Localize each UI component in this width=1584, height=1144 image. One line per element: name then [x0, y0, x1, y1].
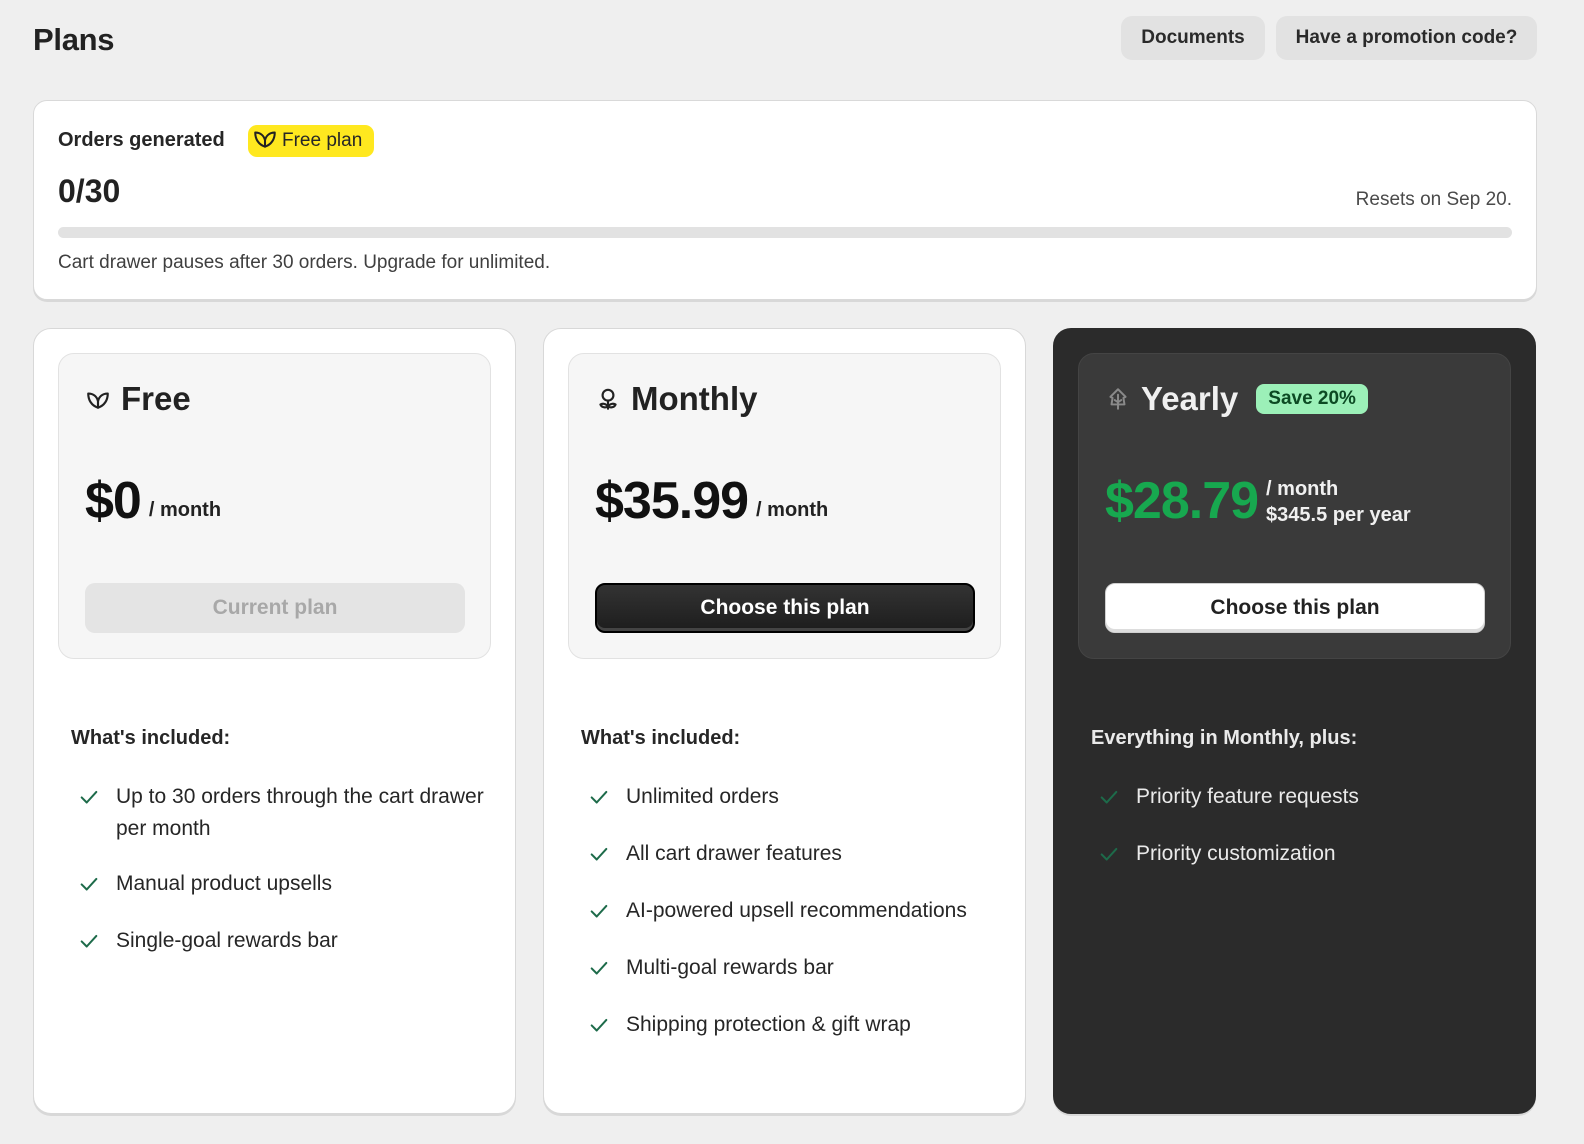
check-icon [78, 868, 102, 900]
yearly-total: $345.5 per year [1266, 504, 1411, 526]
documents-button[interactable]: Documents [1121, 16, 1265, 60]
list-item: Shipping protection & gift wrap [588, 1009, 1008, 1041]
feature-text: Unlimited orders [626, 785, 779, 808]
included-title: Everything in Monthly, plus: [1091, 727, 1358, 749]
check-icon [588, 1009, 612, 1041]
usage-label: Orders generated [58, 129, 225, 151]
price-period: / month [756, 499, 829, 521]
sprout-icon [595, 386, 621, 412]
included-title: What's included: [71, 727, 231, 749]
plan-price: $0 [85, 472, 142, 530]
plan-summary-yearly: Yearly Save 20% $28.79 / month $345.5 pe… [1078, 353, 1511, 659]
current-plan-badge: Free plan [248, 125, 375, 157]
plan-summary-free: Free $0 / month Current plan [58, 353, 491, 659]
feature-list: Unlimited orders All cart drawer feature… [588, 781, 1008, 1066]
check-icon [78, 925, 102, 957]
plan-price: $28.79 [1105, 472, 1259, 530]
list-item: Up to 30 orders through the cart drawer … [78, 781, 498, 845]
check-icon [78, 781, 102, 845]
current-plan-badge-label: Free plan [282, 130, 363, 151]
plan-price: $35.99 [595, 472, 749, 530]
list-item: Unlimited orders [588, 781, 1008, 813]
list-item: Priority customization [1098, 838, 1518, 870]
usage-note: Cart drawer pauses after 30 orders. Upgr… [58, 252, 551, 273]
feature-list: Up to 30 orders through the cart drawer … [78, 781, 498, 982]
feature-text: Manual product upsells [116, 872, 332, 895]
feature-text: Up to 30 orders through the cart drawer … [116, 785, 484, 840]
included-title: What's included: [581, 727, 741, 749]
feature-text: All cart drawer features [626, 842, 842, 865]
check-icon [588, 838, 612, 870]
feature-text: Priority customization [1136, 842, 1336, 865]
plan-card-free: Free $0 / month Current plan What's incl… [33, 328, 516, 1114]
price-period: / month [1266, 478, 1339, 500]
choose-monthly-plan-button[interactable]: Choose this plan [595, 583, 975, 633]
plan-name: Monthly [631, 380, 758, 417]
check-icon [588, 952, 612, 984]
list-item: Single-goal rewards bar [78, 925, 498, 957]
promotion-code-button[interactable]: Have a promotion code? [1276, 16, 1537, 60]
check-icon [1098, 838, 1122, 870]
list-item: Priority feature requests [1098, 781, 1518, 813]
usage-card: Orders generated Free plan 0/30 Resets o… [33, 100, 1537, 300]
price-period: / month [148, 499, 222, 521]
plan-name: Yearly [1141, 380, 1239, 417]
check-icon [588, 781, 612, 813]
list-item: Manual product upsells [78, 868, 498, 900]
leaf-icon [252, 125, 278, 157]
plan-summary-monthly: Monthly $35.99 / month Choose this plan [568, 353, 1001, 659]
orders-count: 0/30 [58, 173, 121, 209]
leaf-icon [85, 386, 111, 412]
list-item: All cart drawer features [588, 838, 1008, 870]
page-header: Plans Documents Have a promotion code? [33, 16, 1537, 62]
list-item: Multi-goal rewards bar [588, 952, 1008, 984]
feature-text: Multi-goal rewards bar [626, 956, 834, 979]
reset-date: Resets on Sep 20. [1355, 189, 1512, 210]
save-badge: Save 20% [1256, 384, 1368, 414]
orders-progress-bar [58, 227, 1512, 238]
check-icon [588, 895, 612, 927]
feature-list: Priority feature requests Priority custo… [1098, 781, 1518, 895]
page-title: Plans [33, 22, 115, 57]
tree-icon [1105, 386, 1131, 412]
current-plan-button: Current plan [85, 583, 465, 633]
plan-card-yearly: Yearly Save 20% $28.79 / month $345.5 pe… [1053, 328, 1536, 1114]
check-icon [1098, 781, 1122, 813]
feature-text: Shipping protection & gift wrap [626, 1013, 911, 1036]
feature-text: Single-goal rewards bar [116, 929, 338, 952]
feature-text: Priority feature requests [1136, 785, 1359, 808]
list-item: AI-powered upsell recommendations [588, 895, 1008, 927]
plan-card-monthly: Monthly $35.99 / month Choose this plan … [543, 328, 1026, 1114]
plan-name: Free [121, 380, 191, 417]
choose-yearly-plan-button[interactable]: Choose this plan [1105, 583, 1485, 633]
feature-text: AI-powered upsell recommendations [626, 899, 967, 922]
